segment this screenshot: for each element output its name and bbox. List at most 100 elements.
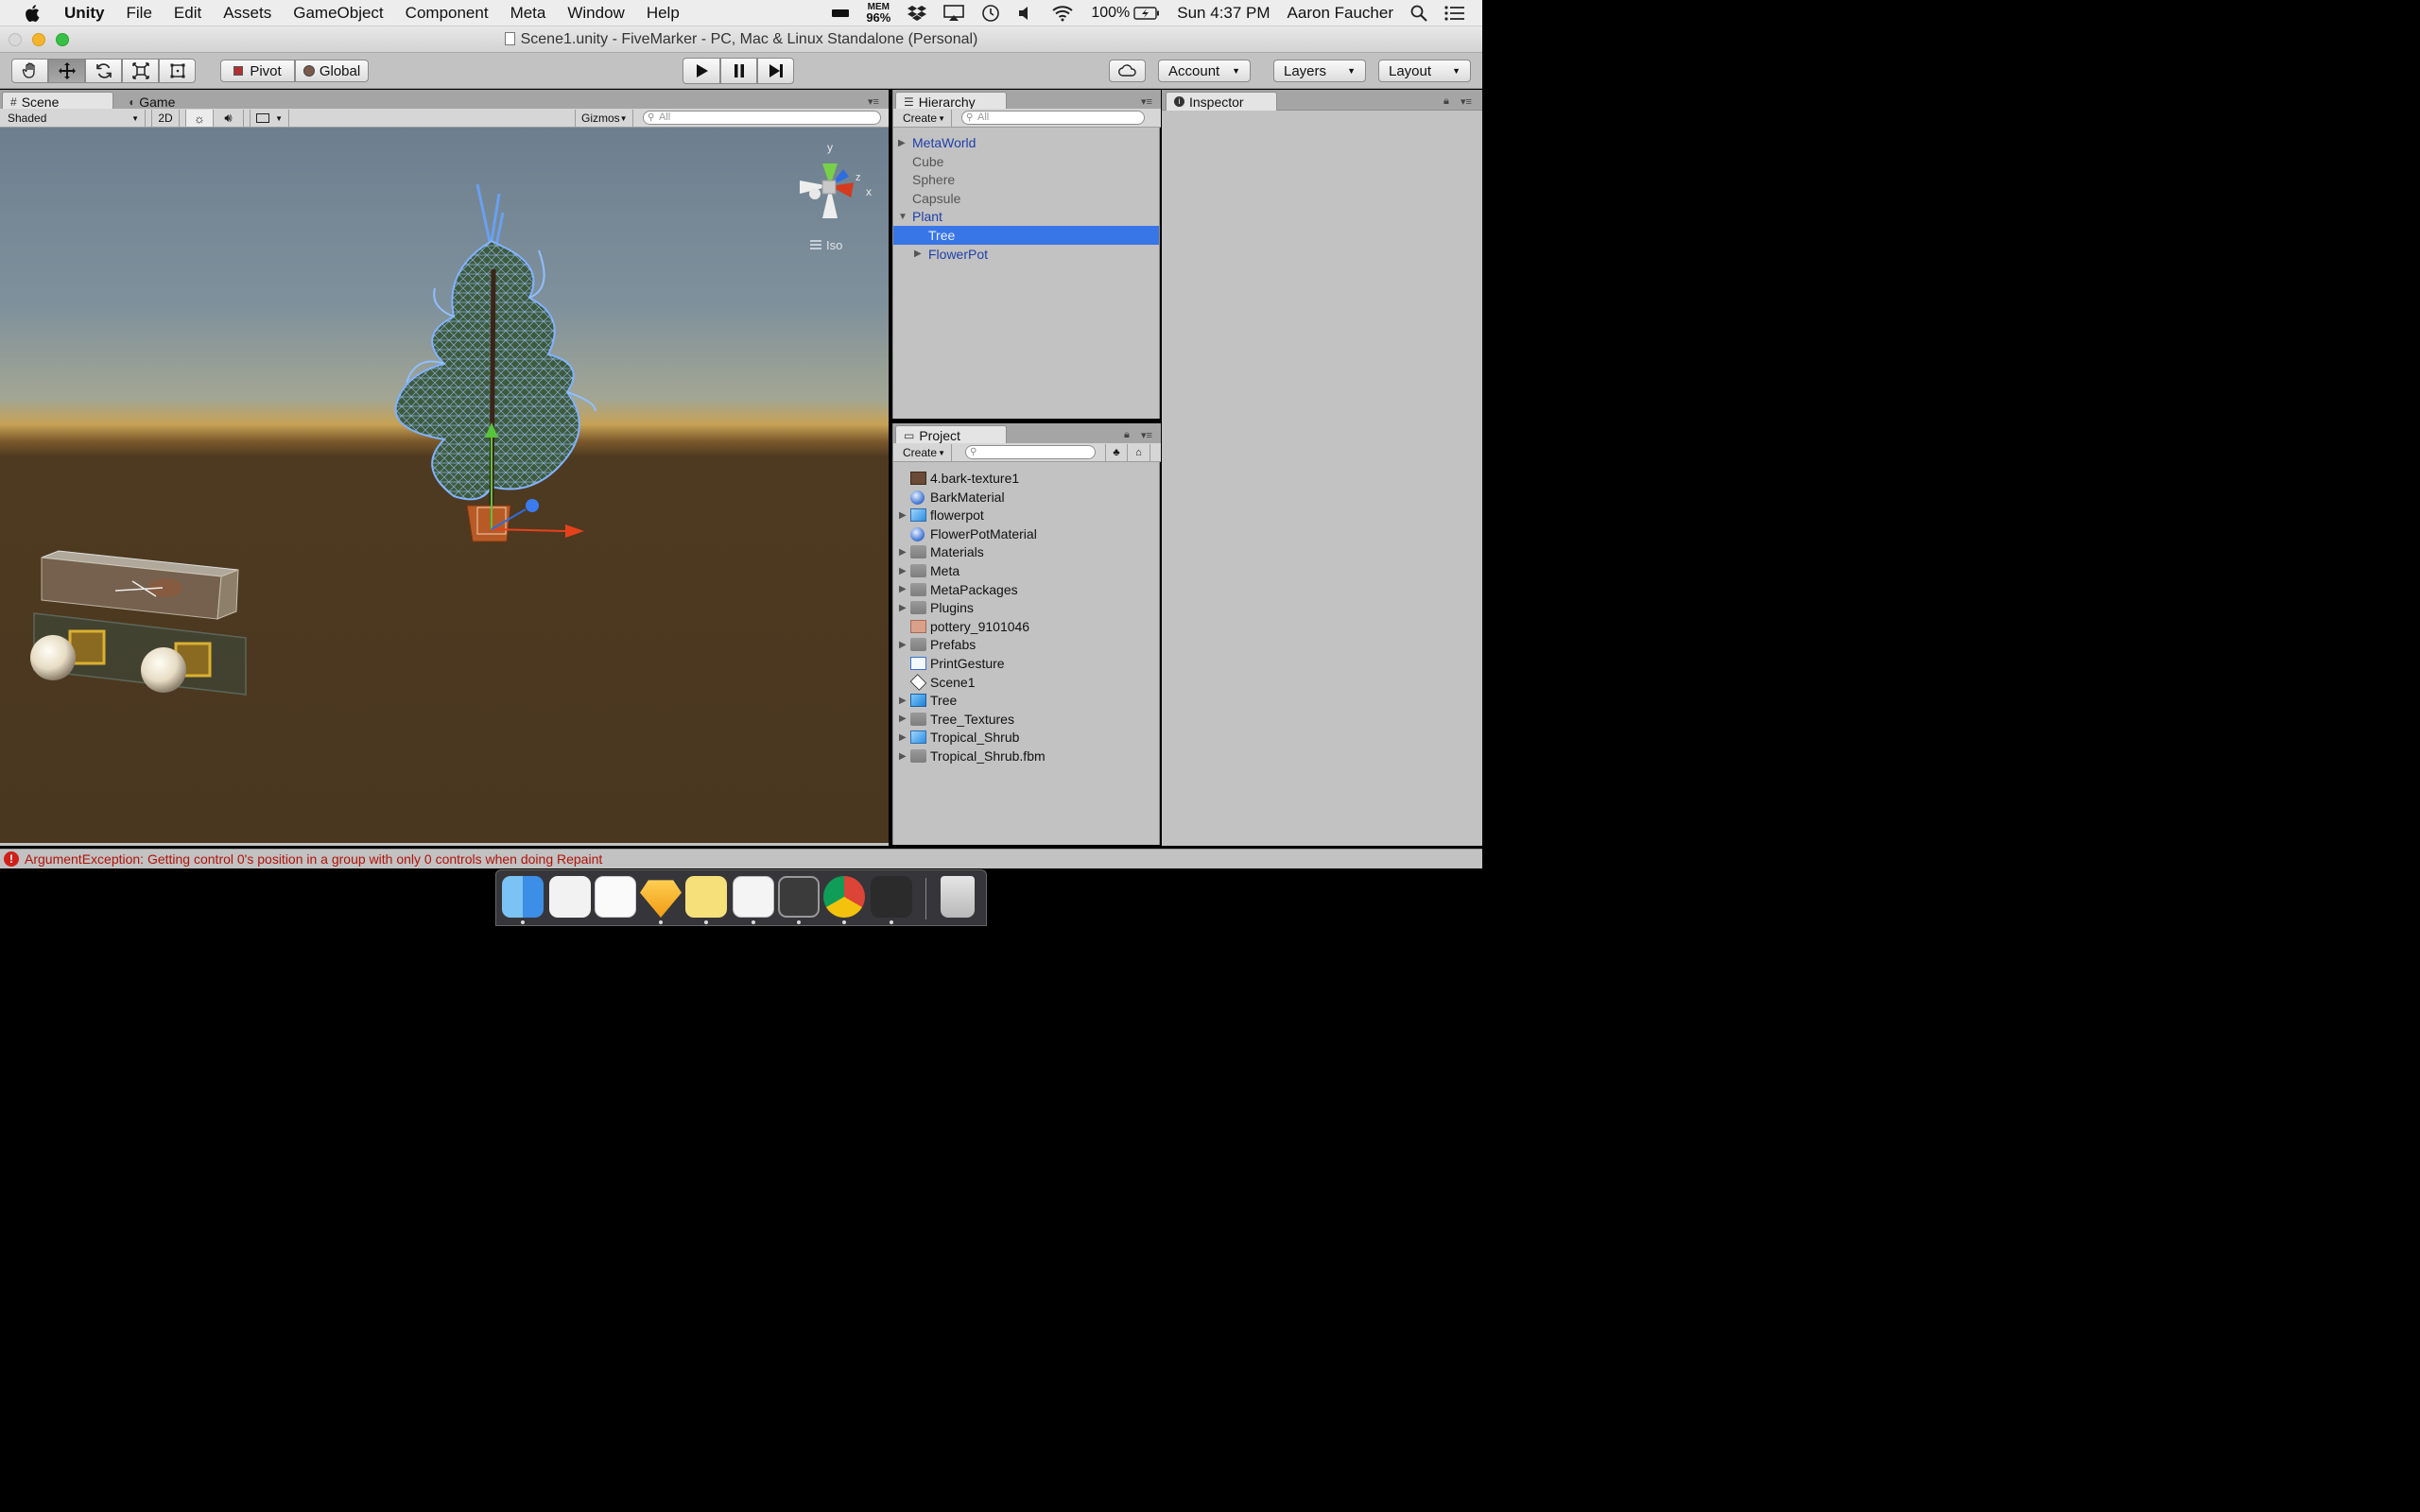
pause-button[interactable] — [720, 58, 757, 84]
project-item[interactable]: 4.bark-texture1 — [893, 469, 1159, 488]
textedit-icon[interactable] — [733, 876, 774, 918]
hierarchy-item-plant[interactable]: ▼ Plant — [893, 207, 1159, 226]
trash-icon[interactable] — [941, 876, 975, 918]
expand-arrow-right-icon[interactable]: ▶ — [899, 696, 907, 706]
scene-effects-dropdown[interactable]: ▼ — [250, 110, 289, 127]
lock-icon[interactable]: 🔒︎ — [1124, 429, 1130, 441]
filter-by-type-button[interactable]: ♣ — [1105, 444, 1128, 461]
play-button[interactable] — [683, 58, 720, 84]
expand-arrow-right-icon[interactable]: ▶ — [899, 510, 907, 521]
pivot-toggle-button[interactable]: Pivot — [220, 60, 295, 82]
scale-tool-button[interactable] — [122, 59, 159, 83]
orientation-gizmo[interactable]: y z x — [800, 141, 872, 218]
project-item[interactable]: ▶ Plugins — [893, 598, 1159, 617]
finder-icon[interactable] — [502, 876, 544, 918]
expand-arrow-right-icon[interactable]: ▶ — [899, 640, 907, 650]
tab-project[interactable]: ▭ Project — [895, 425, 1007, 444]
expand-arrow-right-icon[interactable]: ▶ — [899, 751, 907, 762]
hierarchy-item-cube[interactable]: Cube — [893, 152, 1159, 171]
expand-arrow-right-icon[interactable]: ▶ — [899, 547, 907, 558]
projection-toggle[interactable]: Iso — [810, 238, 842, 252]
battery-charging-icon[interactable] — [1133, 7, 1160, 20]
scene-audio-toggle[interactable]: 🔊︎ — [214, 110, 244, 127]
reminders-icon[interactable] — [595, 876, 636, 918]
global-toggle-button[interactable]: Global — [295, 60, 369, 82]
project-item[interactable]: ▶ Tree — [893, 691, 1159, 710]
project-create-button[interactable]: Create ▼ — [897, 444, 952, 461]
stickies-icon[interactable] — [685, 876, 727, 918]
hand-tool-button[interactable] — [11, 59, 48, 83]
rotate-tool-button[interactable] — [85, 59, 122, 83]
menu-gameobject[interactable]: GameObject — [293, 4, 383, 23]
user-name[interactable]: Aaron Faucher — [1288, 4, 1393, 23]
project-item[interactable]: ▶ Prefabs — [893, 635, 1159, 654]
project-item[interactable]: ▶ Tropical_Shrub.fbm — [893, 747, 1159, 765]
filter-by-label-button[interactable]: ⌂ — [1128, 444, 1150, 461]
clock[interactable]: Sun 4:37 PM — [1177, 4, 1270, 23]
menu-meta[interactable]: Meta — [510, 4, 546, 23]
gizmos-dropdown[interactable]: Gizmos ▼ — [575, 110, 633, 127]
hierarchy-item-sphere[interactable]: Sphere — [893, 170, 1159, 189]
step-button[interactable] — [757, 58, 794, 84]
notification-center-icon[interactable] — [1444, 5, 1465, 22]
project-item[interactable]: Scene1 — [893, 673, 1159, 692]
sketch-icon[interactable] — [640, 880, 682, 918]
hierarchy-item-capsule[interactable]: Capsule — [893, 189, 1159, 208]
marker-rig[interactable] — [30, 612, 247, 696]
lock-icon[interactable]: 🔒︎ — [1443, 95, 1449, 108]
project-search-input[interactable]: ⚲ — [965, 445, 1096, 459]
battery-percent[interactable]: 100% — [1091, 5, 1130, 22]
project-item[interactable]: ▶ Tropical_Shrub — [893, 728, 1159, 747]
scene-viewport[interactable]: y z x Iso — [0, 128, 889, 843]
hierarchy-item-metaworld[interactable]: ▶ MetaWorld — [893, 133, 1159, 152]
expand-arrow-down-icon[interactable]: ▼ — [898, 212, 908, 222]
hierarchy-create-button[interactable]: Create ▼ — [897, 110, 952, 127]
layout-dropdown[interactable]: Layout ▼ — [1378, 60, 1471, 82]
project-item[interactable]: ▶ flowerpot — [893, 506, 1159, 524]
project-item[interactable]: ▶ Materials — [893, 542, 1159, 561]
menu-component[interactable]: Component — [406, 4, 489, 23]
menu-assets[interactable]: Assets — [223, 4, 271, 23]
move-tool-button[interactable] — [48, 59, 85, 83]
tab-hierarchy[interactable]: ☰ Hierarchy — [895, 92, 1007, 111]
expand-arrow-right-icon[interactable]: ▶ — [899, 732, 907, 743]
volume-icon[interactable] — [1017, 5, 1034, 22]
apple-menu-icon[interactable] — [23, 3, 43, 24]
console-status-bar[interactable]: ! ArgumentException: Getting control 0's… — [0, 849, 1482, 868]
unity-icon[interactable] — [871, 876, 912, 918]
expand-arrow-right-icon[interactable]: ▶ — [914, 249, 922, 259]
hierarchy-item-tree[interactable]: Tree — [893, 226, 1159, 245]
menu-window[interactable]: Window — [567, 4, 624, 23]
expand-arrow-right-icon[interactable]: ▶ — [899, 713, 907, 724]
airplay-icon[interactable] — [943, 5, 965, 22]
expand-arrow-right-icon[interactable]: ▶ — [898, 138, 906, 148]
expand-arrow-right-icon[interactable]: ▶ — [899, 584, 907, 594]
project-item[interactable]: pottery_9101046 — [893, 617, 1159, 636]
scene-lighting-toggle[interactable]: ☼ — [185, 110, 214, 127]
project-item[interactable]: ▶ Tree_Textures — [893, 710, 1159, 729]
sublime-text-icon[interactable] — [778, 876, 820, 918]
launchpad-icon[interactable] — [549, 876, 591, 918]
wifi-icon[interactable] — [1051, 5, 1074, 22]
panel-menu-icon[interactable]: ▾≡ — [1141, 95, 1152, 108]
time-machine-icon[interactable] — [981, 4, 1000, 23]
tree-object[interactable] — [394, 183, 596, 542]
hierarchy-search-input[interactable]: ⚲ All — [961, 111, 1145, 125]
panel-menu-icon[interactable]: ▾≡ — [1141, 429, 1152, 441]
menu-file[interactable]: File — [127, 4, 152, 23]
spotlight-search-icon[interactable] — [1410, 5, 1427, 22]
rect-tool-button[interactable] — [159, 59, 196, 83]
menu-app-name[interactable]: Unity — [64, 4, 105, 23]
account-dropdown[interactable]: Account ▼ — [1158, 60, 1251, 82]
tab-scene[interactable]: # Scene — [2, 92, 113, 111]
cloud-services-button[interactable] — [1109, 60, 1146, 82]
expand-arrow-right-icon[interactable]: ▶ — [899, 566, 907, 576]
chrome-icon[interactable] — [823, 876, 865, 918]
menu-help[interactable]: Help — [647, 4, 680, 23]
cube-object[interactable] — [41, 550, 239, 620]
menu-edit[interactable]: Edit — [174, 4, 201, 23]
panel-menu-icon[interactable]: ▾≡ — [868, 95, 879, 108]
scene-search-input[interactable]: ⚲ All — [643, 111, 881, 125]
layers-dropdown[interactable]: Layers ▼ — [1273, 60, 1366, 82]
hierarchy-item-flowerpot[interactable]: ▶ FlowerPot — [893, 245, 1159, 264]
